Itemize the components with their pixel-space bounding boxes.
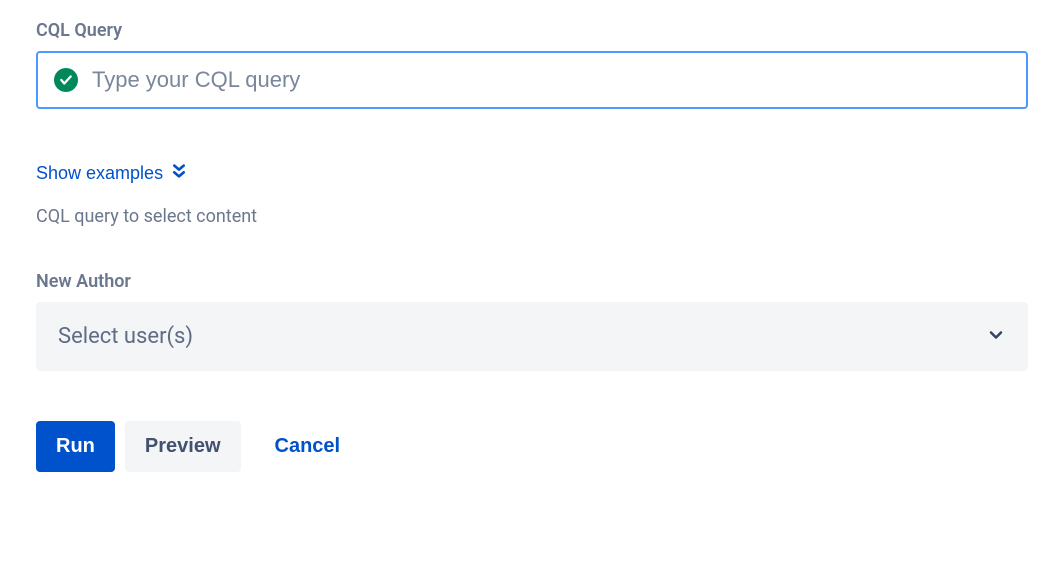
chevron-double-down-icon	[171, 163, 187, 184]
run-button[interactable]: Run	[36, 421, 115, 472]
cql-query-label: CQL Query	[36, 20, 1028, 41]
preview-button[interactable]: Preview	[125, 421, 241, 472]
new-author-placeholder: Select user(s)	[58, 324, 193, 349]
new-author-section: New Author Select user(s)	[36, 271, 1028, 371]
new-author-select[interactable]: Select user(s)	[36, 302, 1028, 371]
cql-input-wrapper[interactable]	[36, 51, 1028, 109]
new-author-label: New Author	[36, 271, 1028, 292]
cancel-button[interactable]: Cancel	[251, 421, 361, 472]
cql-query-input[interactable]	[92, 67, 1010, 93]
show-examples-label: Show examples	[36, 163, 163, 184]
cql-helper-text: CQL query to select content	[36, 206, 1028, 227]
chevron-down-icon	[986, 325, 1006, 349]
cql-query-section: CQL Query Show examples CQL query to sel…	[36, 20, 1028, 227]
show-examples-toggle[interactable]: Show examples	[36, 163, 187, 184]
check-icon	[54, 68, 78, 92]
action-button-row: Run Preview Cancel	[36, 421, 1028, 472]
